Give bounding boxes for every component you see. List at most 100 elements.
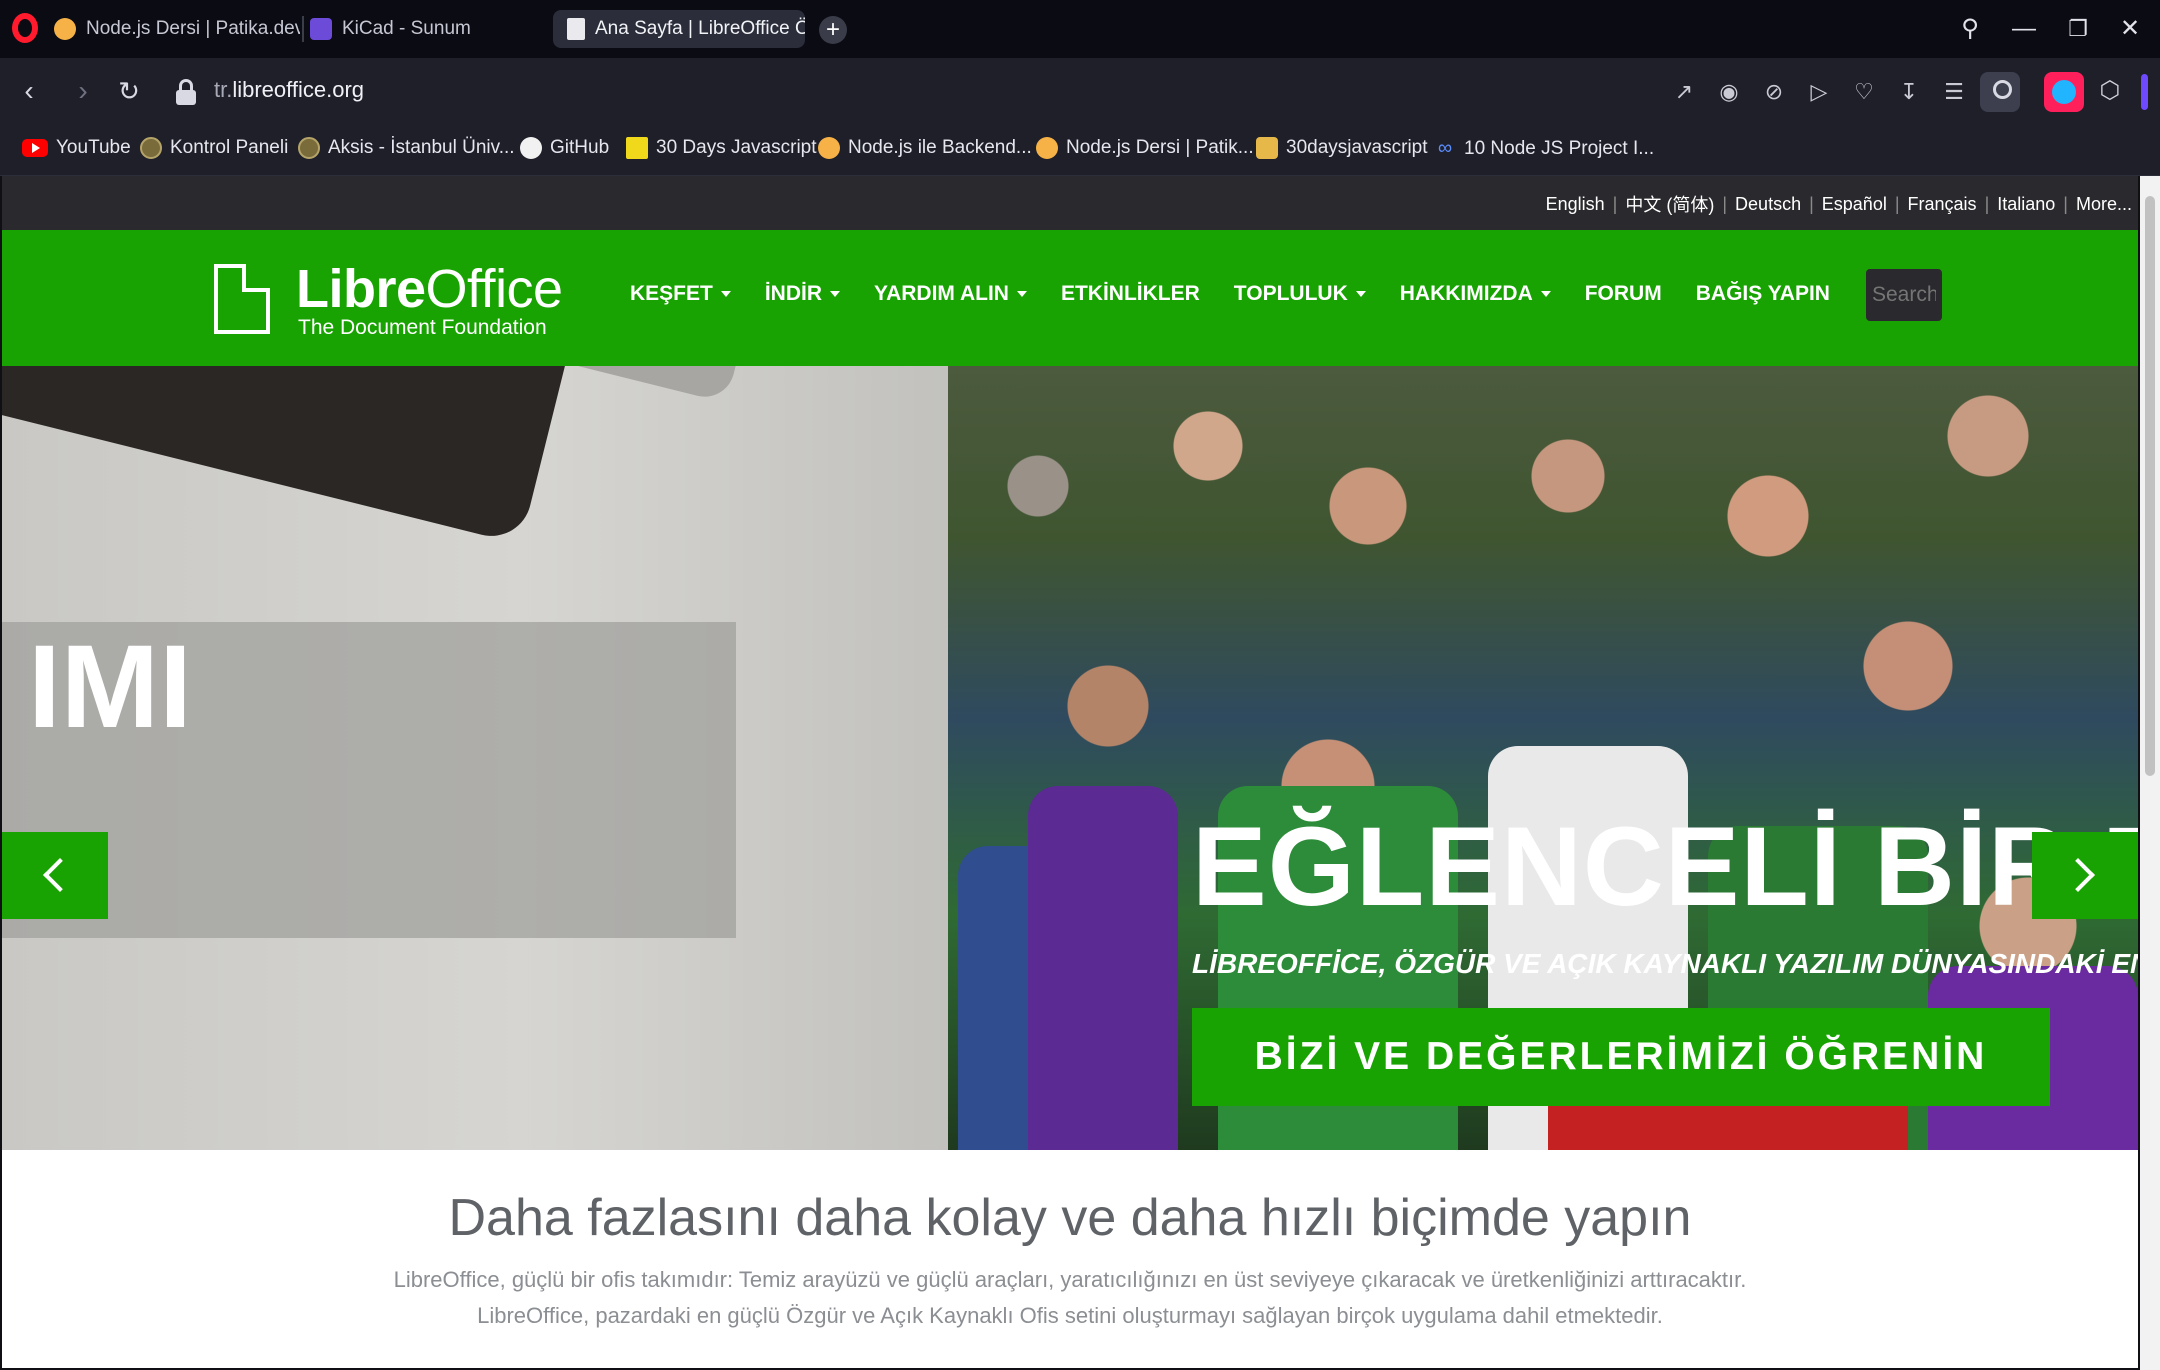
bookmark-label: 30 Days Javascript: [656, 137, 817, 158]
lang-francais[interactable]: Français: [1908, 194, 1977, 215]
tab-title: Ana Sayfa | LibreOffice Öz: [595, 18, 805, 39]
intro-line-1: LibreOffice, güçlü bir ofis takımıdır: T…: [393, 1267, 1747, 1292]
bookmark-label: GitHub: [550, 137, 610, 158]
sidebar-strip[interactable]: [2141, 74, 2148, 110]
search-tabs-icon[interactable]: ⚲: [1952, 12, 1988, 46]
download-icon[interactable]: ↧: [1892, 76, 1926, 108]
lang-chinese[interactable]: 中文 (简体): [1625, 191, 1714, 217]
youtube-icon: [22, 139, 48, 157]
tab-node-js-dersi[interactable]: Node.js Dersi | Patika.dev: [40, 10, 300, 48]
caret-down-icon: [720, 291, 731, 297]
back-button[interactable]: ‹: [12, 75, 46, 109]
share-icon[interactable]: ↗: [1667, 76, 1701, 108]
menu-yardim-alin[interactable]: YARDIM ALIN: [874, 282, 1027, 306]
tab-title: KiCad - Sunum: [342, 18, 471, 39]
menu-kesfet[interactable]: KEŞFET: [630, 282, 731, 306]
minimize-button[interactable]: —: [2006, 12, 2042, 46]
heart-icon[interactable]: ♡: [1847, 76, 1881, 108]
document-logo-icon: [214, 264, 270, 334]
tab-kicad-sunum[interactable]: KiCad - Sunum: [296, 10, 546, 48]
main-menu: KEŞFET İNDİR YARDIM ALIN ETKİNLİKLER TOP…: [630, 282, 1830, 306]
bookmark-label: Kontrol Paneli: [170, 137, 289, 158]
menu-hakkimizda[interactable]: HAKKIMIZDA: [1400, 282, 1551, 306]
bookmark-label: 30daysjavascript: [1286, 137, 1428, 158]
bookmark-30-days-javascript[interactable]: 30 Days Javascript: [626, 137, 817, 159]
lock-icon[interactable]: [176, 79, 196, 105]
patika-icon: [818, 137, 840, 159]
bookmark-label: YouTube: [56, 137, 131, 158]
url-subdomain: tr.: [214, 77, 233, 102]
bookmark-github[interactable]: GitHub: [520, 137, 609, 159]
previous-slide-image: IMI: [2, 366, 948, 1150]
adblock-icon[interactable]: ⊘: [1757, 76, 1791, 108]
extensions-icon[interactable]: ⬡: [2094, 76, 2126, 108]
url-field[interactable]: tr.libreoffice.org: [214, 77, 364, 103]
language-bar: English | 中文 (简体) | Deutsch | Español | Fran…: [2, 176, 2138, 230]
close-window-button[interactable]: ✕: [2112, 12, 2148, 46]
bookmark-kontrol-paneli[interactable]: Kontrol Paneli: [140, 137, 288, 159]
snapshot-icon[interactable]: ◉: [1712, 76, 1746, 108]
menu-forum[interactable]: FORUM: [1585, 282, 1662, 306]
scrollbar-thumb[interactable]: [2145, 196, 2155, 776]
send-icon[interactable]: ▷: [1802, 76, 1836, 108]
easy-setup-icon[interactable]: ☰: [1937, 76, 1971, 108]
url-domain: libreoffice.org: [232, 77, 365, 102]
learn-values-button[interactable]: BİZİ VE DEĞERLERİMİZİ ÖĞRENİN: [1192, 1008, 2050, 1106]
search-input[interactable]: [1866, 269, 1942, 321]
menu-bagis-yapin[interactable]: BAĞIŞ YAPIN: [1696, 282, 1830, 306]
bookmark-10-node-js-project[interactable]: ∞ 10 Node JS Project I...: [1434, 137, 1654, 160]
caret-down-icon: [1355, 291, 1366, 297]
infinity-icon: ∞: [1437, 137, 1453, 159]
bookmark-label: Aksis - İstanbul Üniv...: [328, 137, 515, 158]
hero-title: EĞLENCELİ BİR P: [1192, 804, 2138, 929]
caret-down-icon: [1016, 291, 1027, 297]
lang-deutsch[interactable]: Deutsch: [1735, 194, 1801, 215]
site-header: LibreOffice The Document Foundation KEŞF…: [2, 230, 2138, 366]
menu-etkinlikler[interactable]: ETKİNLİKLER: [1061, 282, 1200, 306]
logo-title: LibreOffice: [296, 259, 563, 319]
js-icon: [626, 137, 648, 159]
bookmarks-bar: YouTube Kontrol Paneli Aksis - İstanbul …: [0, 126, 2160, 176]
bookmark-youtube[interactable]: YouTube: [22, 137, 131, 159]
carousel-next-arrow-icon[interactable]: [2032, 832, 2138, 919]
tab-libreoffice[interactable]: Ana Sayfa | LibreOffice Öz: [553, 10, 805, 48]
profile-icon[interactable]: [1980, 72, 2020, 112]
restore-button[interactable]: ❐: [2060, 12, 2096, 46]
reload-button[interactable]: ↻: [112, 75, 146, 109]
lang-italiano[interactable]: Italiano: [1997, 194, 2055, 215]
new-tab-button[interactable]: +: [819, 16, 847, 44]
document-icon: [567, 18, 585, 40]
caret-down-icon: [830, 291, 841, 297]
hero-carousel: IMI EĞLENCELİ BİR P LİBREOFFİCE, ÖZGÜR V…: [2, 366, 2138, 1150]
lang-english[interactable]: English: [1546, 194, 1605, 215]
language-links: English | 中文 (简体) | Deutsch | Español | Fran…: [1546, 191, 2132, 217]
bookmark-label: 10 Node JS Project I...: [1464, 137, 1655, 159]
university-seal-icon: [298, 137, 320, 159]
kicad-icon: [310, 18, 332, 40]
web-page: English | 中文 (简体) | Deutsch | Español | Fran…: [2, 176, 2138, 1368]
lang-espanol[interactable]: Español: [1822, 194, 1887, 215]
bookmark-label: Node.js Dersi | Patik...: [1066, 137, 1254, 158]
menu-indir[interactable]: İNDİR: [765, 282, 841, 306]
hero-subtitle: LİBREOFFİCE, ÖZGÜR VE AÇIK KAYNAKLI YAZI…: [1192, 948, 2138, 979]
menu-topluluk[interactable]: TOPLULUK: [1234, 282, 1366, 306]
page-scrollbar[interactable]: [2140, 176, 2160, 1370]
avatar-icon: [1256, 137, 1278, 159]
intro-heading: Daha fazlasını daha kolay ve daha hızlı …: [448, 1189, 1692, 1247]
bookmark-30daysjavascript[interactable]: 30daysjavascript: [1256, 137, 1428, 159]
forward-button[interactable]: ›: [66, 75, 100, 109]
bookmark-nodejs-backend[interactable]: Node.js ile Backend...: [818, 137, 1032, 159]
logo-subtitle: The Document Foundation: [298, 316, 547, 339]
bookmark-nodejs-dersi[interactable]: Node.js Dersi | Patik...: [1036, 137, 1254, 159]
vpn-extension-icon[interactable]: [2044, 72, 2084, 112]
patika-icon: [1036, 137, 1058, 159]
caret-down-icon: [1540, 291, 1551, 297]
tab-title: Node.js Dersi | Patika.dev: [86, 18, 300, 39]
browser-tab-bar: Node.js Dersi | Patika.dev KiCad - Sunum…: [0, 0, 2160, 58]
carousel-prev-arrow-icon[interactable]: [2, 832, 108, 919]
opera-menu-icon[interactable]: [12, 13, 38, 43]
university-seal-icon: [140, 137, 162, 159]
bookmark-aksis[interactable]: Aksis - İstanbul Üniv...: [298, 137, 515, 159]
previous-slide-text: IMI: [28, 621, 192, 753]
lang-more[interactable]: More...: [2076, 194, 2132, 215]
